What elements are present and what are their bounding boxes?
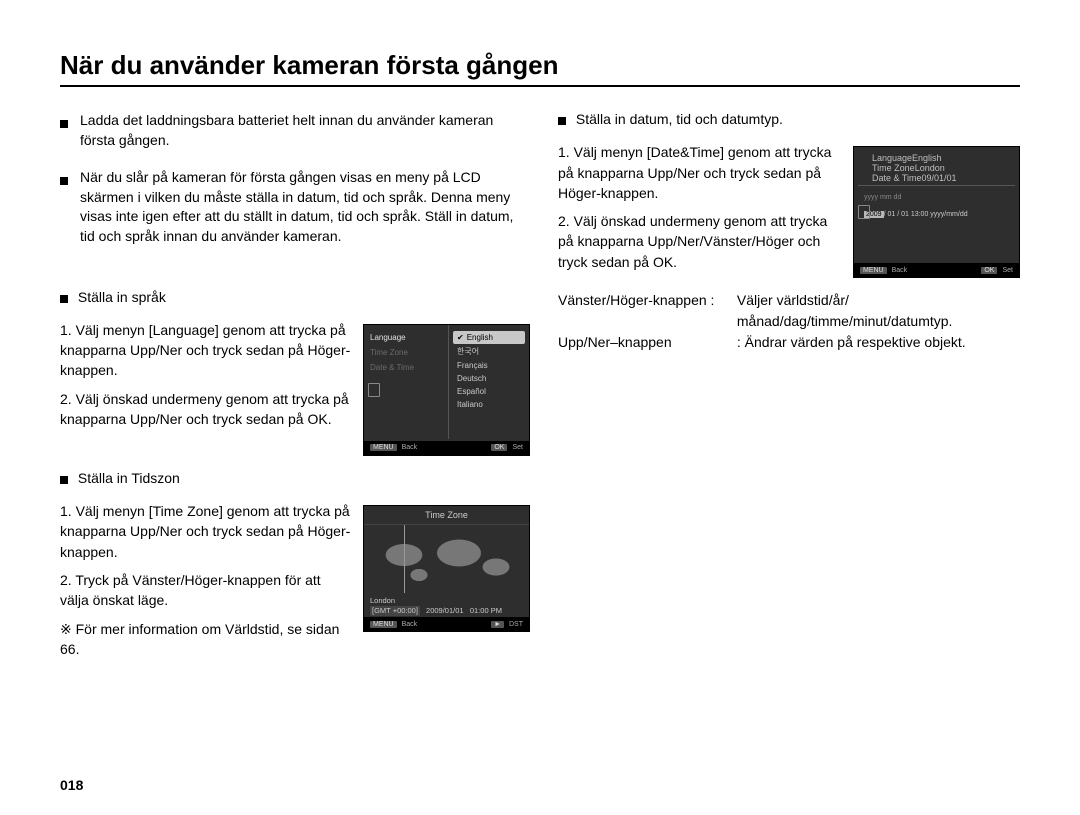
menu-button-icon: MENU	[370, 444, 397, 451]
lcd-format-hint: yyyy mm dd	[864, 194, 1009, 201]
square-bullet-icon	[60, 471, 68, 487]
page-number: 018	[60, 777, 83, 793]
right-column: Ställa in datum, tid och datumtyp. 1. Vä…	[558, 111, 1020, 667]
lcd-bottom-bar: MENU Back OK Set	[364, 441, 529, 455]
intro-bullet-2: När du slår på kameran för första gången…	[60, 168, 530, 246]
section-title: Ställa in språk	[78, 289, 166, 305]
section-heading-datetime: Ställa in datum, tid och datumtyp.	[558, 111, 1020, 128]
language-steps: 1. Välj menyn [Language] genom att tryck…	[60, 320, 353, 437]
lcd-menu-item: Time Zone	[872, 163, 915, 173]
datetime-row: 1. Välj menyn [Date&Time] genom att tryc…	[558, 142, 1020, 280]
square-bullet-icon	[60, 171, 74, 246]
timezone-steps: 1. Välj menyn [Time Zone] genom att tryc…	[60, 501, 353, 667]
step-text: 2. Tryck på Vänster/Höger-knappen för at…	[60, 570, 353, 611]
intro-text: När du slår på kameran för första gången…	[80, 168, 530, 246]
intro-text: Ladda det laddningsbara batteriet helt i…	[80, 111, 530, 150]
lcd-option-selected: English	[453, 331, 525, 344]
step-text: 2. Välj önskad undermeny genom att tryck…	[60, 389, 353, 430]
menu-button-icon: MENU	[860, 267, 887, 274]
lcd-menu-item: Language	[370, 333, 442, 342]
section-heading-language: Ställa in språk	[60, 289, 530, 306]
menu-button-icon: MENU	[370, 621, 397, 628]
bar-label: Back	[892, 267, 908, 274]
kv-key: Upp/Ner–knappen	[558, 332, 733, 353]
manual-page: När du använder kameran första gången La…	[0, 0, 1080, 815]
lcd-rest: / 01 / 01 13:00 yyyy/mm/dd	[884, 211, 968, 218]
page-title: När du använder kameran första gången	[60, 50, 1020, 81]
lcd-date-values: 2009/ 01 / 01 13:00 yyyy/mm/dd	[864, 211, 1009, 218]
bar-label: DST	[509, 621, 523, 628]
lcd-timezone-screenshot: Time Zone London [GMT +00:00] 2009/01/01…	[363, 505, 530, 632]
timezone-row: 1. Välj menyn [Time Zone] genom att tryc…	[60, 501, 530, 667]
lcd-tz-info: London [GMT +00:00] 2009/01/01 01:00 PM	[364, 593, 529, 619]
lcd-bottom-bar: MENU Back OK Set	[854, 263, 1019, 277]
ok-button-icon: OK	[491, 444, 507, 451]
play-button-icon: ►	[491, 621, 504, 628]
lcd-option: Español	[453, 385, 525, 398]
lcd-option: 한국어	[453, 344, 525, 359]
step-text: 1. Välj menyn [Time Zone] genom att tryc…	[60, 501, 353, 562]
lcd-city: London	[370, 596, 523, 606]
lcd-date: 2009/01/01	[426, 606, 464, 615]
kv-value: : Ändrar värden på respektive objekt.	[737, 332, 1017, 353]
lcd-menu-item: Date & Time	[370, 363, 442, 372]
datetime-steps: 1. Välj menyn [Date&Time] genom att tryc…	[558, 142, 843, 280]
lcd-menu-item: Time Zone	[370, 348, 442, 357]
battery-icon	[858, 205, 868, 219]
left-column: Ladda det laddningsbara batteriet helt i…	[60, 111, 530, 667]
lcd-gmt: [GMT +00:00]	[370, 606, 420, 616]
note-text: ※ För mer information om Världstid, se s…	[60, 619, 353, 660]
kv-key: Vänster/Höger-knappen :	[558, 290, 733, 311]
lcd-menu-item: Date & Time	[872, 173, 922, 183]
section-title: Ställa in Tidszon	[78, 470, 180, 486]
lcd-menu-item: Language	[872, 153, 912, 163]
square-bullet-icon	[558, 112, 566, 128]
bar-label: Back	[402, 444, 418, 451]
title-underline	[60, 85, 1020, 87]
kv-value: Väljer världstid/år/ månad/dag/timme/min…	[737, 290, 1017, 332]
content-columns: Ladda det laddningsbara batteriet helt i…	[60, 111, 1020, 667]
section-title: Ställa in datum, tid och datumtyp.	[576, 111, 783, 127]
intro-bullet-1: Ladda det laddningsbara batteriet helt i…	[60, 111, 530, 150]
bar-label: Set	[1002, 267, 1013, 274]
square-bullet-icon	[60, 114, 74, 150]
lcd-language-screenshot: Language Time Zone Date & Time English 한…	[363, 324, 530, 456]
lcd-menu-value: 09/01/01	[922, 173, 957, 183]
world-map-icon	[364, 525, 529, 593]
lcd-option: Français	[453, 359, 525, 372]
lcd-bottom-bar: MENU Back ► DST	[364, 617, 529, 631]
lcd-title: Time Zone	[364, 506, 529, 525]
square-bullet-icon	[60, 290, 68, 306]
lcd-datetime-screenshot: LanguageEnglish Time ZoneLondon Date & T…	[853, 146, 1020, 278]
bar-label: Back	[402, 621, 418, 628]
lcd-time: 01:00 PM	[470, 606, 502, 615]
lcd-option: Italiano	[453, 398, 525, 411]
step-text: 2. Välj önskad undermeny genom att tryck…	[558, 211, 843, 272]
lcd-menu-value: English	[912, 153, 942, 163]
language-row: 1. Välj menyn [Language] genom att tryck…	[60, 320, 530, 456]
key-value-block: Vänster/Höger-knappen : Väljer världstid…	[558, 290, 1020, 353]
section-heading-timezone: Ställa in Tidszon	[60, 470, 530, 487]
battery-icon	[368, 383, 378, 397]
step-text: 1. Välj menyn [Date&Time] genom att tryc…	[558, 142, 843, 203]
bar-label: Set	[512, 444, 523, 451]
step-text: 1. Välj menyn [Language] genom att tryck…	[60, 320, 353, 381]
lcd-menu-value: London	[915, 163, 945, 173]
lcd-option: Deutsch	[453, 372, 525, 385]
ok-button-icon: OK	[981, 267, 997, 274]
